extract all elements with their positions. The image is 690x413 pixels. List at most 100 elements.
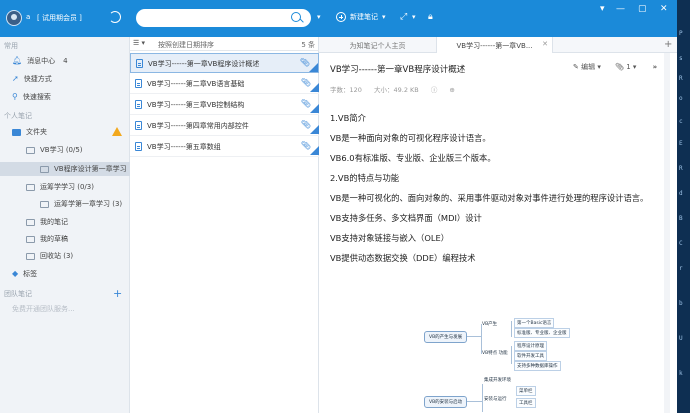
paragraph: 2.VB的特点与功能 <box>330 173 400 183</box>
window-mode-icon[interactable]: ⤢ <box>400 12 407 22</box>
sync-corner-icon <box>310 125 319 134</box>
sidebar-item-shortcuts[interactable]: ➚ 快捷方式 <box>12 74 52 84</box>
drafts-label: 我的草稿 <box>40 235 68 243</box>
new-note-button[interactable]: 新建笔记 ▾ <box>336 12 386 22</box>
lock-icon[interactable]: 🔒︎ <box>428 12 433 22</box>
mindmap-root: VB的产生与发展 <box>424 331 468 343</box>
section-personal: 个人笔记 <box>4 112 32 120</box>
edit-button[interactable]: ✎ 编辑 ▾ <box>573 63 601 71</box>
info-icon[interactable]: ⓘ <box>431 86 438 94</box>
sidebar-item-drafts[interactable]: 我的草稿 <box>26 234 68 244</box>
team-service-link[interactable]: 免费开通团队服务... <box>12 304 75 314</box>
title-bar: a [ 试用期会员 ] ▾ 新建笔记 ▾ ⤢ ▾ 🔒︎ ▾ — ▢ ✕ <box>0 0 677 37</box>
desktop-text: k <box>679 370 683 377</box>
maximize-icon[interactable]: ▢ <box>638 4 647 14</box>
sidebar-item-operations-chapter1[interactable]: 运筹学第一章学习 (3) <box>40 199 122 209</box>
tab-bar: 为知笔记个人主页 VB学习------第一章VB... ✕ + <box>319 37 677 53</box>
sidebar-item-vb-chapter1[interactable]: VB程序设计第一章学习 <box>40 164 127 174</box>
attachments-button[interactable]: 📎︎ 1 ▾ <box>615 63 636 71</box>
sidebar-item-messages[interactable]: 🔔︎ 消息中心 4 <box>12 56 68 66</box>
list-item[interactable]: VB学习------第五章数组 📎︎ <box>130 137 319 157</box>
section-common: 常用 <box>4 42 18 50</box>
folder-icon <box>40 200 49 208</box>
section-team: 团队笔记 <box>4 290 32 298</box>
list-header: ☰ ▾ 按照创建日期排序 5 条 <box>130 37 319 51</box>
tab-personal-home[interactable]: 为知笔记个人主页 <box>319 37 437 53</box>
search-dropdown-icon[interactable]: ▾ <box>317 13 321 21</box>
menu-dropdown-icon[interactable]: ▾ <box>600 4 605 14</box>
trash-icon <box>26 252 35 260</box>
sidebar-item-folders[interactable]: 文件夹 <box>12 127 47 137</box>
desktop-text: b <box>679 300 683 307</box>
mindmap-image: VB的产生与发展 VB产生 VB特点 功能 第一个Basic语言 标准版、专业版… <box>406 316 576 413</box>
note-icon <box>135 100 142 109</box>
folder-icon <box>26 235 35 243</box>
add-circle-icon[interactable]: ⊕ <box>449 86 454 94</box>
quick-search-label: 快速搜索 <box>22 93 51 101</box>
note-list: ☰ ▾ 按照创建日期排序 5 条 VB学习------第一章VB程序设计概述 📎… <box>130 37 319 413</box>
desktop-text: P <box>679 30 683 37</box>
list-view-icon[interactable]: ☰ ▾ <box>133 39 145 47</box>
mindmap-leaf: 程序设计原理 <box>514 341 547 351</box>
folders-label: 文件夹 <box>26 128 47 136</box>
sidebar-item-my-notes[interactable]: 我的笔记 <box>26 217 68 227</box>
list-item[interactable]: VB学习------第三章VB控制结构 📎︎ <box>130 95 319 115</box>
sidebar-item-trash[interactable]: 回收站 (3) <box>26 251 73 261</box>
note-title: VB学习------第四章常用内部控件 <box>147 122 249 130</box>
add-tab-icon[interactable]: + <box>664 39 672 50</box>
tag-icon: ◆ <box>12 269 19 278</box>
note-icon <box>135 121 142 130</box>
sync-corner-icon <box>309 63 318 72</box>
username[interactable]: a <box>26 13 30 21</box>
search-input[interactable] <box>146 12 286 24</box>
sync-corner-icon <box>310 83 319 92</box>
folder-icon <box>26 218 35 226</box>
sync-icon[interactable] <box>109 11 121 23</box>
sidebar-item-quick-search[interactable]: ⚲ 快速搜索 <box>12 92 51 102</box>
tab-vb-chapter1[interactable]: VB学习------第一章VB... ✕ <box>437 37 553 53</box>
desktop-text: R <box>679 165 683 172</box>
sidebar-item-operations-folder[interactable]: 运筹学学习 (0/3) <box>26 182 94 192</box>
close-tab-icon[interactable]: ✕ <box>542 40 548 48</box>
folder-icon <box>40 165 49 173</box>
new-note-dropdown-icon[interactable]: ▾ <box>382 13 386 21</box>
desktop-text: C <box>679 240 683 247</box>
close-icon[interactable]: ✕ <box>660 4 668 14</box>
window-mode-dropdown-icon[interactable]: ▾ <box>412 13 416 21</box>
desktop-background: P s R o c E R d B C r b U k <box>677 0 690 413</box>
word-count: 字数：120 <box>330 86 362 94</box>
mindmap-leaf: 支持多种数据库操作 <box>514 361 561 371</box>
document-scrollbar[interactable] <box>664 53 670 413</box>
folder-icon <box>26 183 35 191</box>
minimize-icon[interactable]: — <box>616 4 625 14</box>
avatar[interactable] <box>6 10 22 26</box>
messages-label: 消息中心 <box>27 57 56 65</box>
paragraph: VB提供动态数据交换（DDE）编程技术 <box>330 253 476 263</box>
sort-dropdown[interactable]: 按照创建日期排序 <box>158 40 214 50</box>
sidebar-item-tags[interactable]: ◆ 标签 <box>12 269 37 279</box>
list-item[interactable]: VB学习------第一章VB程序设计概述 📎︎ <box>130 53 319 73</box>
sidebar-item-vb-folder[interactable]: VB学习 (0/5) <box>26 145 83 155</box>
mindmap-root: VB的安装与启动 <box>424 396 468 408</box>
sidebar: 常用 🔔︎ 消息中心 4 ➚ 快捷方式 ⚲ 快速搜索 个人笔记 文件夹 VB学习… <box>0 37 130 413</box>
search-icon: ⚲ <box>12 92 18 101</box>
paragraph: VB是一种面向对象的可视化程序设计语言。 <box>330 133 491 143</box>
warning-icon[interactable] <box>112 127 122 136</box>
messages-count: 4 <box>63 57 68 65</box>
trial-badge[interactable]: [ 试用期会员 ] <box>37 13 82 23</box>
paragraph: VB支持对象链接与嵌入（OLE） <box>330 233 450 243</box>
desktop-text: B <box>679 215 683 222</box>
list-item[interactable]: VB学习------第四章常用内部控件 📎︎ <box>130 116 319 136</box>
add-team-icon[interactable]: + <box>113 287 122 300</box>
document-body[interactable]: 1.VB简介 VB是一种面向对象的可视化程序设计语言。 VB6.0有标准版、专业… <box>330 113 660 273</box>
search-icon[interactable] <box>291 12 301 22</box>
document-toolbar: ✎ 编辑 ▾ 📎︎ 1 ▾ » <box>573 62 657 72</box>
mindmap-branch: 集成开发环境 <box>484 378 511 383</box>
search-box[interactable] <box>136 9 311 27</box>
attachments-count: 1 <box>626 63 631 71</box>
new-note-label: 新建笔记 <box>350 13 378 21</box>
paragraph: VB支持多任务、多文档界面（MDI）设计 <box>330 213 482 223</box>
mindmap-leaf: 标准版、专业版、企业版 <box>514 328 570 338</box>
list-item[interactable]: VB学习------第二章VB语言基础 📎︎ <box>130 74 319 94</box>
more-icon[interactable]: » <box>653 63 658 71</box>
